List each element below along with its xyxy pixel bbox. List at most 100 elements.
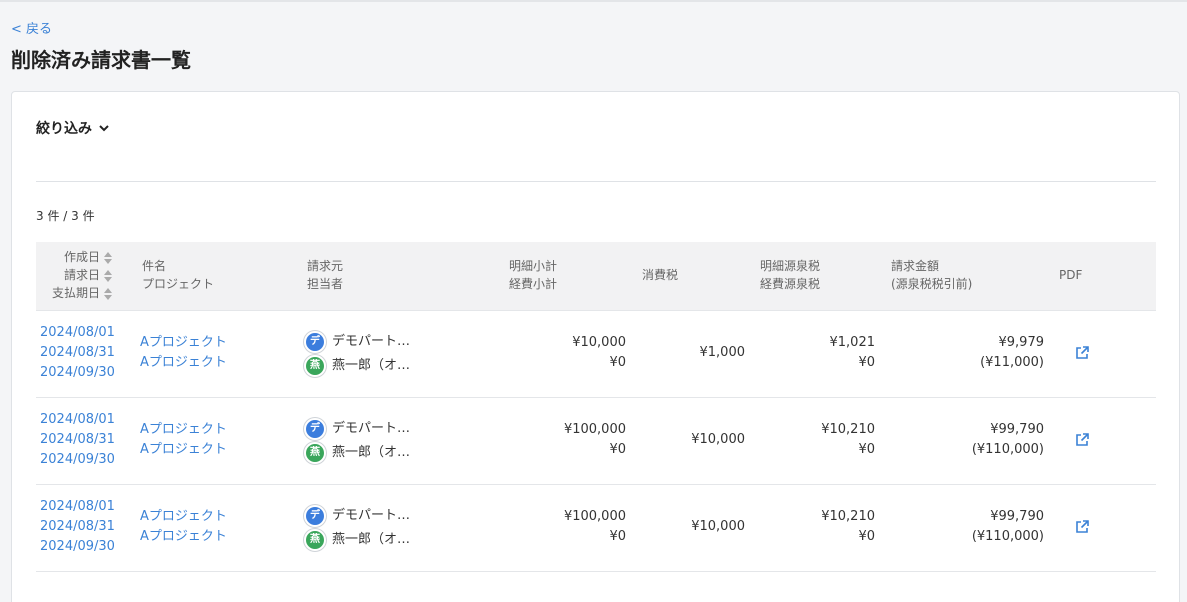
header-pdf-label: PDF — [1059, 268, 1083, 282]
header-amount-pre-label: (源泉税税引前) — [891, 277, 973, 291]
expense-subtotal: ¥0 — [609, 355, 626, 370]
table-row: 2024/08/01 2024/08/31 2024/09/30 Aプロジェクト… — [36, 311, 1156, 398]
withholding-cell: ¥10,210 ¥0 — [766, 507, 875, 547]
issuer-line: デ デモパート… — [304, 330, 410, 354]
avatar: 燕 — [304, 529, 326, 551]
header-created: 作成日 — [64, 250, 101, 264]
header-issuer-label: 請求元 — [307, 259, 344, 273]
table-row: 2024/08/01 2024/08/31 2024/09/30 Aプロジェクト… — [36, 485, 1156, 572]
tax-value: ¥1,000 — [699, 345, 746, 360]
billed-date-link[interactable]: 2024/08/31 — [40, 430, 115, 450]
pdf-cell — [1075, 520, 1089, 534]
table-header: 作成日 請求日 支払期日 件名 プロジェクト 請求元 担当者 明細小計 経費小計… — [36, 242, 1156, 311]
amount-pre-value: (¥110,000) — [971, 442, 1044, 457]
expense-withholding: ¥0 — [858, 355, 875, 370]
item-withholding: ¥10,210 — [821, 422, 875, 437]
subject-link[interactable]: Aプロジェクト — [140, 420, 227, 440]
header-billed-sort[interactable]: 請求日 — [52, 266, 113, 284]
header-created-sort[interactable]: 作成日 — [52, 248, 113, 266]
subtotal-cell: ¥100,000 ¥0 — [516, 507, 626, 547]
owner-line: 燕 燕一郎（オ… — [304, 528, 410, 552]
header-subject-label: 件名 — [142, 259, 167, 273]
issuer-name: デモパート… — [332, 334, 411, 349]
avatar: デ — [304, 331, 326, 353]
header-due-sort[interactable]: 支払期日 — [52, 284, 113, 302]
header-tax-label: 消費税 — [642, 268, 679, 282]
top-border — [0, 0, 1187, 2]
project-link[interactable]: Aプロジェクト — [140, 440, 227, 460]
avatar: デ — [304, 505, 326, 527]
header-subject: 件名 プロジェクト — [142, 257, 214, 293]
content-card: 絞り込み 3 件 / 3 件 作成日 請求日 支払期日 件名 プロジェクト 請求… — [11, 91, 1180, 602]
item-subtotal: ¥100,000 — [563, 422, 626, 437]
filter-toggle[interactable]: 絞り込み — [36, 118, 110, 138]
project-link[interactable]: Aプロジェクト — [140, 353, 227, 373]
amount-value: ¥99,790 — [990, 422, 1044, 437]
item-subtotal: ¥100,000 — [563, 509, 626, 524]
item-withholding: ¥1,021 — [829, 335, 876, 350]
owner-name: 燕一郎（オ… — [332, 532, 411, 547]
amount-pre-value: (¥110,000) — [971, 529, 1044, 544]
dates-cell: 2024/08/01 2024/08/31 2024/09/30 — [40, 497, 115, 557]
amount-cell: ¥99,790 (¥110,000) — [904, 420, 1044, 460]
issuer-line: デ デモパート… — [304, 504, 410, 528]
invoice-table: 作成日 請求日 支払期日 件名 プロジェクト 請求元 担当者 明細小計 経費小計… — [36, 242, 1156, 572]
amount-cell: ¥99,790 (¥110,000) — [904, 507, 1044, 547]
tax-value: ¥10,000 — [691, 432, 745, 447]
subject-cell: Aプロジェクト Aプロジェクト — [140, 507, 227, 547]
subject-cell: Aプロジェクト Aプロジェクト — [140, 333, 227, 373]
external-link-icon[interactable] — [1075, 520, 1089, 534]
billed-date-link[interactable]: 2024/08/31 — [40, 517, 115, 537]
header-subtotal: 明細小計 経費小計 — [509, 257, 557, 293]
header-expense-subtotal: 経費小計 — [509, 277, 558, 291]
header-pdf: PDF — [1059, 266, 1082, 284]
owner-line: 燕 燕一郎（オ… — [304, 354, 410, 378]
amount-value: ¥9,979 — [998, 335, 1045, 350]
expense-withholding: ¥0 — [858, 529, 875, 544]
expense-subtotal: ¥0 — [609, 442, 626, 457]
chevron-down-icon — [99, 125, 109, 132]
issuer-line: デ デモパート… — [304, 417, 410, 441]
created-date-link[interactable]: 2024/08/01 — [40, 323, 115, 343]
amount-pre-value: (¥11,000) — [980, 355, 1044, 370]
created-date-link[interactable]: 2024/08/01 — [40, 497, 115, 517]
subtotal-cell: ¥10,000 ¥0 — [516, 333, 626, 373]
due-date-link[interactable]: 2024/09/30 — [40, 537, 115, 557]
issuer-cell: デ デモパート… 燕 燕一郎（オ… — [304, 504, 410, 552]
header-expense-withholding: 経費源泉税 — [760, 277, 821, 291]
billed-date-link[interactable]: 2024/08/31 — [40, 343, 115, 363]
header-item-withholding: 明細源泉税 — [760, 259, 821, 273]
issuer-name: デモパート… — [332, 508, 411, 523]
item-subtotal: ¥10,000 — [572, 335, 626, 350]
pdf-cell — [1075, 433, 1089, 447]
due-date-link[interactable]: 2024/09/30 — [40, 450, 115, 470]
page-title: 削除済み請求書一覧 — [11, 48, 191, 72]
tax-cell: ¥1,000 — [636, 343, 746, 363]
external-link-icon[interactable] — [1075, 346, 1089, 360]
external-link-icon[interactable] — [1075, 433, 1089, 447]
back-link[interactable]: < 戻る — [11, 18, 52, 37]
sort-icon — [104, 251, 113, 264]
subtotal-cell: ¥100,000 ¥0 — [516, 420, 626, 460]
result-count: 3 件 / 3 件 — [36, 209, 95, 223]
issuer-cell: デ デモパート… 燕 燕一郎（オ… — [304, 417, 410, 465]
project-link[interactable]: Aプロジェクト — [140, 527, 227, 547]
expense-subtotal: ¥0 — [609, 529, 626, 544]
header-issuer: 請求元 担当者 — [307, 257, 343, 293]
amount-value: ¥99,790 — [990, 509, 1044, 524]
due-date-link[interactable]: 2024/09/30 — [40, 363, 115, 383]
owner-line: 燕 燕一郎（オ… — [304, 441, 410, 465]
avatar: 燕 — [304, 355, 326, 377]
subject-link[interactable]: Aプロジェクト — [140, 507, 227, 527]
created-date-link[interactable]: 2024/08/01 — [40, 410, 115, 430]
item-withholding: ¥10,210 — [821, 509, 875, 524]
pdf-cell — [1075, 346, 1089, 360]
sort-icon — [104, 269, 113, 282]
withholding-cell: ¥1,021 ¥0 — [766, 333, 876, 373]
withholding-cell: ¥10,210 ¥0 — [766, 420, 875, 460]
tax-cell: ¥10,000 — [636, 517, 745, 537]
avatar: デ — [304, 418, 326, 440]
subject-link[interactable]: Aプロジェクト — [140, 333, 227, 353]
header-project-label: プロジェクト — [142, 277, 215, 291]
header-amount: 請求金額 (源泉税税引前) — [891, 257, 972, 293]
